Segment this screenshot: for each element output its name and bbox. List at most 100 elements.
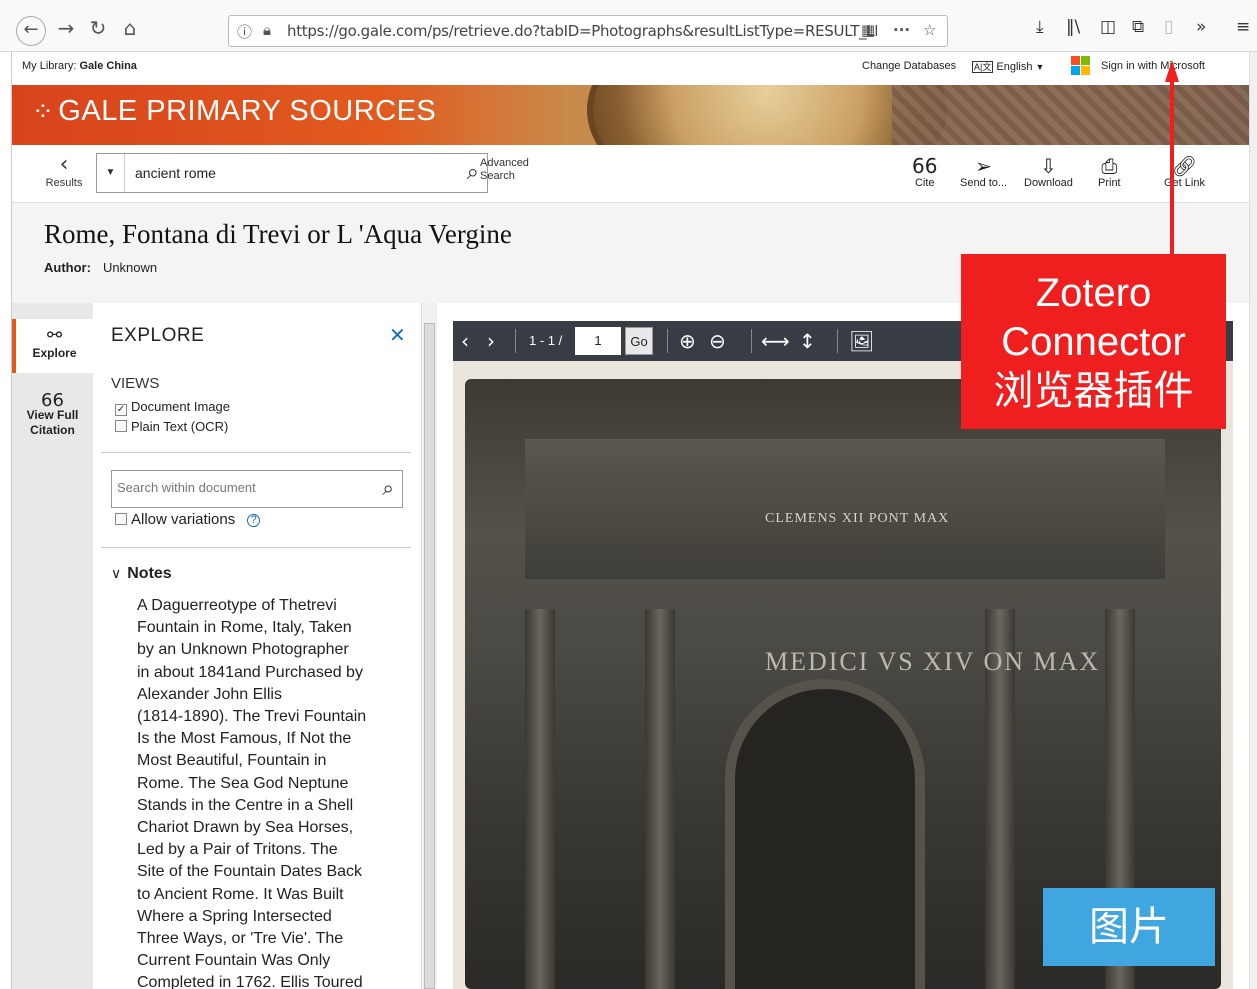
search-within-input[interactable]: Search within document ⌕: [111, 470, 403, 508]
column: [525, 609, 555, 989]
chevron-down-icon: ∨: [111, 566, 122, 582]
download-icon: ⇩: [1040, 154, 1057, 178]
caret-down-icon: ▼: [1035, 62, 1045, 72]
overflow-icon[interactable]: »: [1196, 17, 1206, 37]
allow-variations-option[interactable]: Allow variations?: [115, 511, 261, 528]
print-button[interactable]: ⎙ Print: [1098, 155, 1121, 189]
checkbox-unchecked[interactable]: [115, 513, 127, 525]
library-name: Gale China: [79, 60, 137, 72]
download-button[interactable]: ⇩ Download: [1024, 155, 1073, 189]
results-button[interactable]: ‹ Results: [42, 152, 86, 190]
tool-rail: ⚯ Explore 66 View Full Citation: [12, 303, 93, 989]
banner: ⁘ GALE PRIMARY SOURCES: [12, 85, 1249, 145]
page-left-edge: [0, 52, 12, 989]
search-scope-dropdown[interactable]: ▼: [97, 154, 125, 192]
central-arch: [725, 679, 925, 989]
forward-icon[interactable]: →: [52, 14, 80, 42]
change-databases-link[interactable]: Change Databases: [862, 60, 956, 72]
go-button[interactable]: Go: [625, 327, 653, 355]
view-plain-text-option[interactable]: Plain Text (OCR): [115, 419, 228, 434]
url-bar[interactable]: ⓘ 🔒︎ https://go.gale.com/ps/retrieve.do?…: [228, 15, 948, 47]
map-image: [892, 85, 1249, 145]
fit-width-icon[interactable]: ⟷: [761, 329, 790, 353]
page-range: 1 - 1 /: [529, 333, 563, 348]
toolbar-divider: [837, 329, 838, 353]
search-value[interactable]: ancient rome: [135, 165, 216, 181]
explore-scrollbar[interactable]: [421, 303, 437, 989]
print-icon: ⎙: [1101, 154, 1118, 178]
lock-icon: 🔒︎: [263, 21, 271, 39]
zotero-arrow-icon: [1165, 60, 1179, 254]
home-icon[interactable]: ⌂: [116, 14, 144, 42]
site-info-icon[interactable]: ⓘ: [237, 21, 252, 42]
image-icon[interactable]: 🖼︎: [849, 329, 874, 353]
menu-icon[interactable]: ≡: [1236, 17, 1250, 37]
zotero-annotation: Zotero Connector 浏览器插件: [961, 254, 1226, 429]
inscription-top: CLEMENS XII PONT MAX: [765, 511, 950, 526]
reload-icon[interactable]: ↻: [84, 14, 112, 42]
author-value: Unknown: [102, 260, 158, 275]
page-title: Rome, Fontana di Trevi or L 'Aqua Vergin…: [44, 219, 512, 249]
browser-toolbar: ← → ↻ ⌂ ⓘ 🔒︎ https://go.gale.com/ps/retr…: [0, 0, 1257, 52]
back-icon[interactable]: ←: [16, 16, 46, 46]
sign-in-link[interactable]: Sign in with Microsoft: [1101, 60, 1205, 72]
prev-page-icon[interactable]: ‹: [461, 329, 469, 353]
binoculars-icon: ⚯: [46, 325, 63, 346]
search-input[interactable]: ▼ ancient rome ⌕: [96, 153, 488, 193]
search-icon[interactable]: ⌕: [382, 476, 394, 501]
column: [645, 609, 675, 989]
quote-icon: 66: [912, 154, 938, 178]
download-icon[interactable]: ⤓: [1036, 17, 1044, 37]
language-icon: A|文: [972, 61, 994, 73]
checkbox-unchecked[interactable]: [115, 420, 127, 432]
microsoft-logo: [1071, 56, 1091, 76]
explore-panel: EXPLORE ✕ VIEWS ✓ Document Image Plain Te…: [93, 303, 421, 989]
send-icon: ➢: [975, 154, 992, 178]
library-bar: My Library: Gale China Change Databases …: [12, 52, 1249, 85]
zoom-out-icon[interactable]: ⊖: [709, 329, 726, 353]
author-line: Author: Unknown: [44, 260, 158, 275]
send-to-button[interactable]: ➢ Send to...: [960, 155, 1007, 189]
quote-icon: 66: [41, 390, 64, 411]
sidebar-icon[interactable]: ◫: [1100, 17, 1116, 37]
zotero-icon[interactable]: ▯: [1164, 17, 1173, 37]
cite-button[interactable]: 66 Cite: [912, 155, 937, 189]
zoom-in-icon[interactable]: ⊕: [679, 329, 696, 353]
divider: [101, 547, 411, 548]
toolbar-divider: [667, 329, 668, 353]
bookmark-star-icon[interactable]: ☆: [923, 21, 936, 39]
rail-explore[interactable]: ⚯ Explore: [12, 319, 93, 373]
page-scrollbar[interactable]: [1249, 52, 1257, 989]
library-label: My Library: Gale China: [22, 60, 137, 72]
toolbar-divider: [751, 329, 752, 353]
explore-heading: EXPLORE: [111, 325, 205, 346]
rail-view-full-citation[interactable]: 66 View Full Citation: [12, 391, 93, 438]
site-logo[interactable]: ⁘ GALE PRIMARY SOURCES: [32, 95, 436, 128]
search-icon[interactable]: ⌕: [467, 160, 479, 185]
more-icon[interactable]: ···: [893, 21, 910, 39]
extension-icon[interactable]: ⧉: [1132, 17, 1144, 37]
divider: [101, 452, 411, 453]
next-page-icon[interactable]: ›: [487, 329, 495, 353]
fit-height-icon[interactable]: ↕: [799, 329, 816, 353]
library-icon[interactable]: ‖\: [1066, 17, 1080, 37]
checkbox-checked[interactable]: ✓: [115, 404, 127, 416]
advanced-search-link[interactable]: Advanced Search: [480, 157, 529, 183]
inscription-main: MEDICI VS XIV ON MAX: [765, 647, 1101, 676]
attic-facade: [525, 439, 1165, 579]
notes-body: A Daguerreotype of Thetrevi Fountain in …: [137, 597, 367, 989]
notes-toggle[interactable]: ∨ Notes: [111, 565, 172, 583]
language-label: English: [996, 61, 1033, 73]
gale-logo-icon: ⁘: [32, 96, 55, 126]
view-document-image-option[interactable]: ✓ Document Image: [115, 399, 230, 416]
url-text[interactable]: https://go.gale.com/ps/retrieve.do?tabID…: [287, 22, 877, 40]
scrollbar-thumb[interactable]: [424, 323, 435, 989]
search-toolbar: ‹ Results ▼ ancient rome ⌕ Advanced Sear…: [12, 145, 1249, 203]
language-selector[interactable]: A|文 English ▼: [972, 60, 1044, 73]
views-label: VIEWS: [111, 375, 160, 392]
chevron-left-icon: ‹: [59, 152, 69, 177]
close-icon[interactable]: ✕: [389, 323, 406, 347]
qr-icon[interactable]: ▦: [861, 21, 875, 39]
page-number-input[interactable]: 1: [575, 327, 621, 355]
help-icon[interactable]: ?: [247, 514, 261, 527]
